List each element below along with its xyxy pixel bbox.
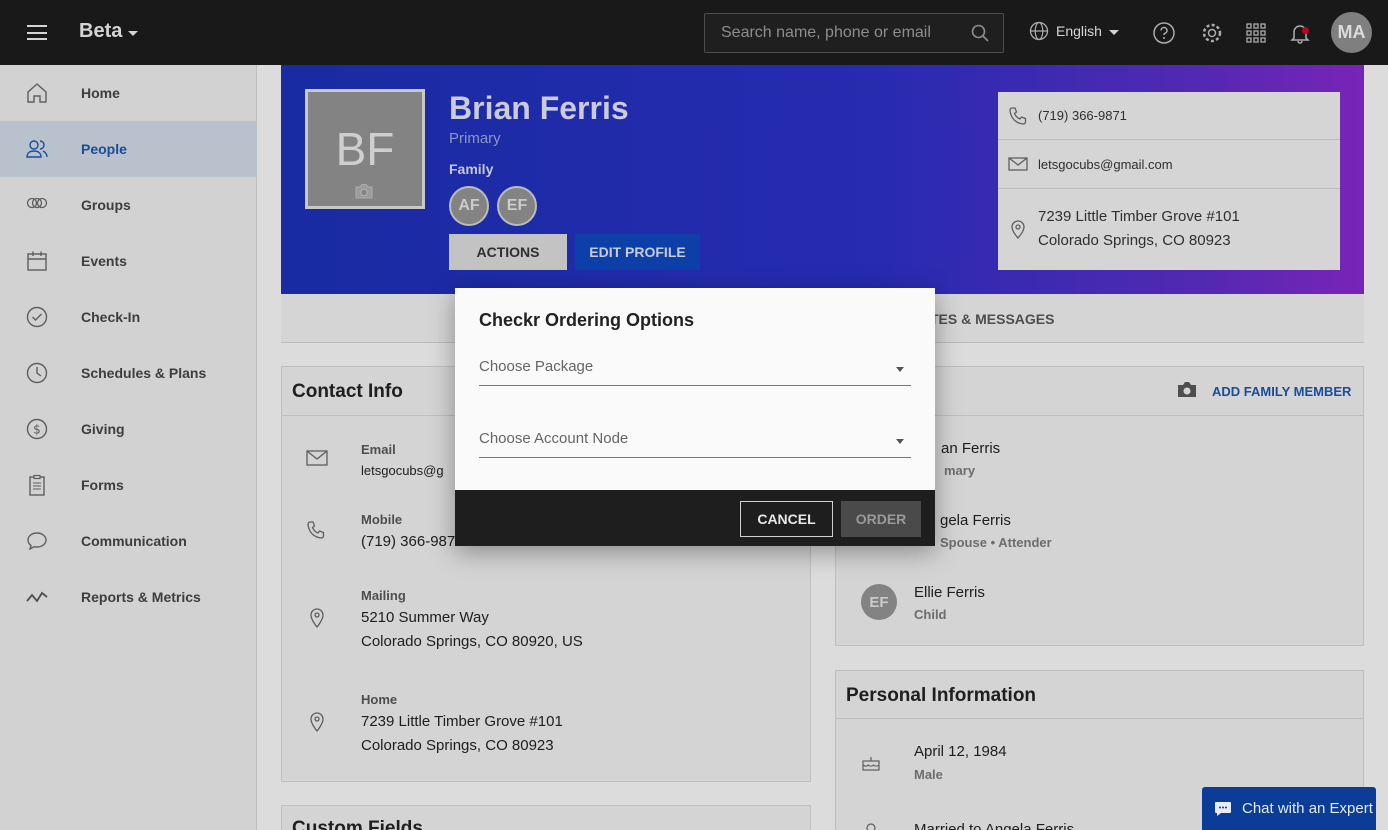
order-button[interactable]: ORDER [841,501,921,537]
chat-label: Chat with an Expert [1242,800,1373,817]
dialog-title: Checkr Ordering Options [479,310,695,330]
package-select-placeholder: Choose Package [479,358,594,375]
chat-with-expert-button[interactable]: Chat with an Expert [1202,787,1376,830]
account-node-select-placeholder: Choose Account Node [479,430,629,447]
checkr-ordering-dialog: Checkr Ordering Options Choose Package C… [455,288,935,546]
dropdown-arrow-icon [896,367,904,372]
account-node-select[interactable]: Choose Account Node [479,424,911,458]
dropdown-arrow-icon [896,439,904,444]
chat-bubble-icon [1215,801,1231,816]
dialog-footer: CANCEL ORDER [455,490,935,546]
package-select[interactable]: Choose Package [479,352,911,386]
cancel-button[interactable]: CANCEL [740,501,833,537]
